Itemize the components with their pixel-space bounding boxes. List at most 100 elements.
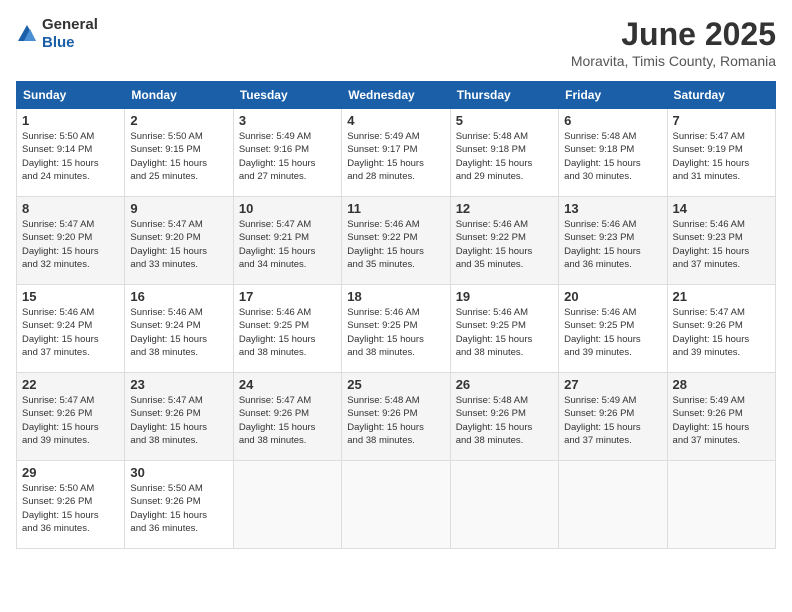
- day-info: Sunrise: 5:49 AM Sunset: 9:26 PM Dayligh…: [564, 394, 661, 447]
- calendar-cell: [559, 461, 667, 549]
- day-number: 3: [239, 113, 336, 128]
- day-number: 28: [673, 377, 770, 392]
- day-number: 16: [130, 289, 227, 304]
- day-info: Sunrise: 5:46 AM Sunset: 9:22 PM Dayligh…: [347, 218, 444, 271]
- day-number: 25: [347, 377, 444, 392]
- day-number: 23: [130, 377, 227, 392]
- day-number: 15: [22, 289, 119, 304]
- calendar-cell: [233, 461, 341, 549]
- weekday-header-tuesday: Tuesday: [233, 82, 341, 109]
- calendar-cell: 4 Sunrise: 5:49 AM Sunset: 9:17 PM Daylig…: [342, 109, 450, 197]
- day-number: 1: [22, 113, 119, 128]
- header: General Blue June 2025 Moravita, Timis C…: [16, 16, 776, 69]
- day-number: 14: [673, 201, 770, 216]
- calendar-week-4: 22Sunrise: 5:47 AM Sunset: 9:26 PM Dayli…: [17, 373, 776, 461]
- day-number: 20: [564, 289, 661, 304]
- calendar-cell: 24 Sunrise: 5:47 AM Sunset: 9:26 PM Dayli…: [233, 373, 341, 461]
- weekday-header-friday: Friday: [559, 82, 667, 109]
- calendar-cell: 20 Sunrise: 5:46 AM Sunset: 9:25 PM Dayli…: [559, 285, 667, 373]
- day-number: 13: [564, 201, 661, 216]
- calendar-cell: 12 Sunrise: 5:46 AM Sunset: 9:22 PM Dayli…: [450, 197, 558, 285]
- day-info: Sunrise: 5:47 AM Sunset: 9:26 PM Dayligh…: [130, 394, 227, 447]
- calendar-cell: 15Sunrise: 5:46 AM Sunset: 9:24 PM Dayli…: [17, 285, 125, 373]
- calendar-cell: 28Sunrise: 5:49 AM Sunset: 9:26 PM Dayli…: [667, 373, 775, 461]
- day-info: Sunrise: 5:50 AM Sunset: 9:26 PM Dayligh…: [22, 482, 119, 535]
- calendar-cell: 25 Sunrise: 5:48 AM Sunset: 9:26 PM Dayli…: [342, 373, 450, 461]
- day-info: Sunrise: 5:47 AM Sunset: 9:26 PM Dayligh…: [239, 394, 336, 447]
- calendar-cell: 7Sunrise: 5:47 AM Sunset: 9:19 PM Daylig…: [667, 109, 775, 197]
- day-number: 29: [22, 465, 119, 480]
- day-info: Sunrise: 5:50 AM Sunset: 9:15 PM Dayligh…: [130, 130, 227, 183]
- weekday-header-saturday: Saturday: [667, 82, 775, 109]
- day-info: Sunrise: 5:46 AM Sunset: 9:23 PM Dayligh…: [564, 218, 661, 271]
- location-title: Moravita, Timis County, Romania: [571, 53, 776, 69]
- calendar-cell: 16 Sunrise: 5:46 AM Sunset: 9:24 PM Dayli…: [125, 285, 233, 373]
- calendar-cell: 26 Sunrise: 5:48 AM Sunset: 9:26 PM Dayli…: [450, 373, 558, 461]
- day-number: 17: [239, 289, 336, 304]
- day-info: Sunrise: 5:47 AM Sunset: 9:21 PM Dayligh…: [239, 218, 336, 271]
- day-info: Sunrise: 5:46 AM Sunset: 9:23 PM Dayligh…: [673, 218, 770, 271]
- day-info: Sunrise: 5:50 AM Sunset: 9:14 PM Dayligh…: [22, 130, 119, 183]
- calendar-cell: 30 Sunrise: 5:50 AM Sunset: 9:26 PM Dayli…: [125, 461, 233, 549]
- calendar-body: 1 Sunrise: 5:50 AM Sunset: 9:14 PM Daylig…: [17, 109, 776, 549]
- day-number: 30: [130, 465, 227, 480]
- logo-general-text: General: [42, 16, 98, 33]
- calendar-cell: 13 Sunrise: 5:46 AM Sunset: 9:23 PM Dayli…: [559, 197, 667, 285]
- day-info: Sunrise: 5:47 AM Sunset: 9:19 PM Dayligh…: [673, 130, 770, 183]
- calendar-cell: [450, 461, 558, 549]
- weekday-header-monday: Monday: [125, 82, 233, 109]
- calendar-cell: 29 Sunrise: 5:50 AM Sunset: 9:26 PM Dayli…: [17, 461, 125, 549]
- logo-icon: [16, 23, 38, 45]
- day-number: 19: [456, 289, 553, 304]
- weekday-header-wednesday: Wednesday: [342, 82, 450, 109]
- day-info: Sunrise: 5:48 AM Sunset: 9:26 PM Dayligh…: [347, 394, 444, 447]
- day-info: Sunrise: 5:47 AM Sunset: 9:20 PM Dayligh…: [130, 218, 227, 271]
- day-info: Sunrise: 5:48 AM Sunset: 9:18 PM Dayligh…: [456, 130, 553, 183]
- day-number: 21: [673, 289, 770, 304]
- day-number: 4: [347, 113, 444, 128]
- day-info: Sunrise: 5:46 AM Sunset: 9:24 PM Dayligh…: [130, 306, 227, 359]
- day-info: Sunrise: 5:49 AM Sunset: 9:16 PM Dayligh…: [239, 130, 336, 183]
- day-number: 24: [239, 377, 336, 392]
- calendar-week-3: 15 Sunrise: 5:46 AM Sunset: 9:24 PM Dayli…: [17, 285, 776, 373]
- day-info: Sunrise: 5:48 AM Sunset: 9:18 PM Dayligh…: [564, 130, 661, 183]
- day-number: 2: [130, 113, 227, 128]
- day-info: Sunrise: 5:50 AM Sunset: 9:26 PM Dayligh…: [130, 482, 227, 535]
- logo: General Blue: [16, 16, 98, 52]
- day-info: Sunrise: 5:46 AM Sunset: 9:25 PM Dayligh…: [564, 306, 661, 359]
- day-info: Sunrise: 5:47 AM Sunset: 9:20 PM Dayligh…: [22, 218, 119, 271]
- calendar-cell: 14 Sunrise: 5:46 AM Sunset: 9:23 PM Dayli…: [667, 197, 775, 285]
- day-number: 12: [456, 201, 553, 216]
- calendar-cell: 5 Sunrise: 5:48 AM Sunset: 9:18 PM Daylig…: [450, 109, 558, 197]
- calendar-week-5: 29 Sunrise: 5:50 AM Sunset: 9:26 PM Dayli…: [17, 461, 776, 549]
- calendar-table: SundayMondayTuesdayWednesdayThursdayFrid…: [16, 81, 776, 549]
- calendar-week-1: 1 Sunrise: 5:50 AM Sunset: 9:14 PM Daylig…: [17, 109, 776, 197]
- calendar-cell: 23 Sunrise: 5:47 AM Sunset: 9:26 PM Dayli…: [125, 373, 233, 461]
- day-info: Sunrise: 5:48 AM Sunset: 9:26 PM Dayligh…: [456, 394, 553, 447]
- day-info: Sunrise: 5:47 AM Sunset: 9:26 PM Dayligh…: [673, 306, 770, 359]
- calendar-cell: 6Sunrise: 5:48 AM Sunset: 9:18 PM Daylig…: [559, 109, 667, 197]
- calendar-cell: 1 Sunrise: 5:50 AM Sunset: 9:14 PM Daylig…: [17, 109, 125, 197]
- day-number: 26: [456, 377, 553, 392]
- day-info: Sunrise: 5:46 AM Sunset: 9:25 PM Dayligh…: [239, 306, 336, 359]
- weekday-row: SundayMondayTuesdayWednesdayThursdayFrid…: [17, 82, 776, 109]
- day-info: Sunrise: 5:46 AM Sunset: 9:22 PM Dayligh…: [456, 218, 553, 271]
- day-number: 18: [347, 289, 444, 304]
- calendar-cell: 10Sunrise: 5:47 AM Sunset: 9:21 PM Dayli…: [233, 197, 341, 285]
- calendar-cell: 11Sunrise: 5:46 AM Sunset: 9:22 PM Dayli…: [342, 197, 450, 285]
- calendar-cell: 17 Sunrise: 5:46 AM Sunset: 9:25 PM Dayli…: [233, 285, 341, 373]
- calendar-cell: 2 Sunrise: 5:50 AM Sunset: 9:15 PM Daylig…: [125, 109, 233, 197]
- title-area: June 2025 Moravita, Timis County, Romani…: [571, 16, 776, 69]
- day-number: 9: [130, 201, 227, 216]
- calendar-cell: 19 Sunrise: 5:46 AM Sunset: 9:25 PM Dayli…: [450, 285, 558, 373]
- calendar-header: SundayMondayTuesdayWednesdayThursdayFrid…: [17, 82, 776, 109]
- calendar-cell: [667, 461, 775, 549]
- day-number: 5: [456, 113, 553, 128]
- weekday-header-sunday: Sunday: [17, 82, 125, 109]
- day-info: Sunrise: 5:47 AM Sunset: 9:26 PM Dayligh…: [22, 394, 119, 447]
- calendar-cell: [342, 461, 450, 549]
- day-info: Sunrise: 5:49 AM Sunset: 9:17 PM Dayligh…: [347, 130, 444, 183]
- day-info: Sunrise: 5:46 AM Sunset: 9:25 PM Dayligh…: [456, 306, 553, 359]
- calendar-cell: 9 Sunrise: 5:47 AM Sunset: 9:20 PM Daylig…: [125, 197, 233, 285]
- weekday-header-thursday: Thursday: [450, 82, 558, 109]
